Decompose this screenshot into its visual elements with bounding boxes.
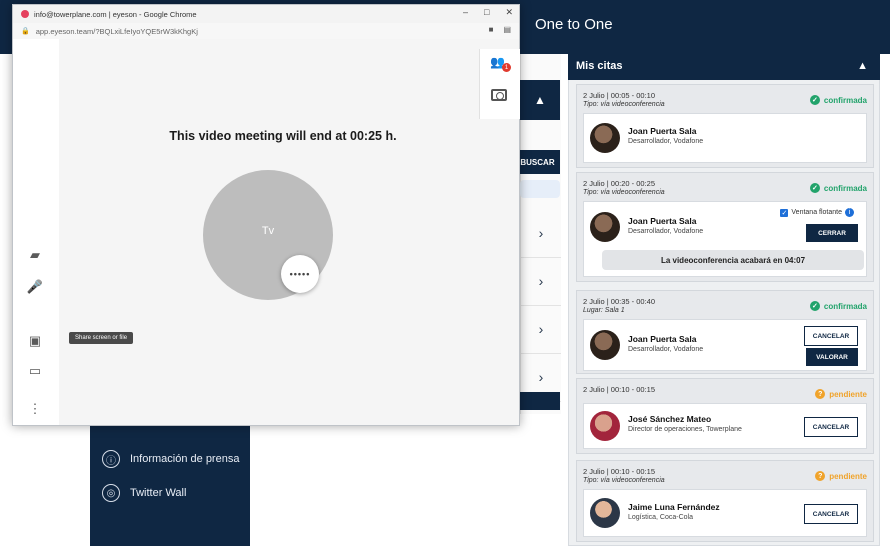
app-title: One to One: [535, 16, 613, 33]
appointment-type: Tipo: vía videoconferencia: [583, 189, 665, 196]
avatar: [590, 498, 620, 528]
floating-window-toggle[interactable]: ✓ Ventana flotante i: [780, 208, 854, 217]
list-row-chevron[interactable]: ›: [521, 305, 561, 354]
check-circle-icon: ✓: [809, 301, 820, 311]
microphone-icon[interactable]: 🎤: [25, 277, 45, 297]
avatar: [590, 411, 620, 441]
search-input[interactable]: [520, 180, 560, 198]
status-badge: ✓ confirmada: [809, 301, 867, 311]
appointment-card: 2 Julio | 00:10 - 00:15 ? pendiente José …: [576, 378, 874, 454]
attendee-card: Joan Puerta Sala Desarrollador, Vodafone…: [583, 319, 867, 371]
attendee-name: Joan Puerta Sala: [628, 334, 697, 344]
sidebar-item-press-info[interactable]: ⓘ Información de prensa: [102, 450, 239, 468]
appointment-type: Tipo: vía videoconferencia: [583, 101, 665, 108]
chevron-up-icon: ▲: [534, 93, 546, 107]
url-text: app.eyeson.team/?BQLxiLfeIyoYQE5rW3kKhgK…: [35, 26, 198, 36]
call-end-notice: La videoconferencia acabará en 04:07: [602, 250, 864, 270]
attendee-role: Desarrollador, Vodafone: [628, 346, 704, 353]
meeting-end-message: This video meeting will end at 00:25 h.: [169, 129, 397, 143]
middle-panel-footer: [520, 392, 560, 410]
status-badge: ? pendiente: [815, 471, 867, 481]
meeting-side-tools: 👥 1: [479, 49, 520, 119]
attendee-role: Desarrollador, Vodafone: [628, 138, 704, 145]
middle-panel-header[interactable]: ▲: [520, 80, 560, 120]
sidebar-item-label: Twitter Wall: [130, 487, 187, 499]
appointment-time: 2 Julio | 00:20 - 00:25: [583, 179, 655, 188]
avatar: [590, 123, 620, 153]
eyeson-favicon-icon: [21, 10, 29, 18]
camera-icon[interactable]: [491, 89, 507, 101]
twitter-circle-icon: ◎: [102, 484, 120, 502]
checkbox-icon[interactable]: ✓: [780, 208, 789, 217]
attendee-name: Joan Puerta Sala: [628, 126, 697, 136]
translate-icon[interactable]: ▤: [503, 25, 511, 34]
video-icon[interactable]: ■: [489, 25, 494, 34]
attendee-card: Joan Puerta Sala Desarrollador, Vodafone: [583, 113, 867, 163]
sidebar-item-twitter-wall[interactable]: ◎ Twitter Wall: [102, 484, 186, 502]
attendee-card: Jaime Luna Fernández Logística, Coca-Col…: [583, 489, 867, 537]
attendee-name: Joan Puerta Sala: [628, 216, 697, 226]
appointment-time: 2 Julio | 00:10 - 00:15: [583, 467, 655, 476]
minimize-button[interactable]: –: [463, 7, 468, 18]
attendee-role: Logística, Coca-Cola: [628, 514, 693, 521]
address-bar-actions: ■ ▤: [489, 25, 511, 34]
sidebar-item-label: Información de prensa: [130, 453, 240, 465]
window-title: info@towerplane.com | eyeson - Google Ch…: [34, 9, 197, 19]
check-circle-icon: ✓: [809, 95, 820, 105]
appointment-card: 2 Julio | 00:10 - 00:15 Tipo: vía videoc…: [576, 460, 874, 542]
floating-window-label: Ventana flotante: [791, 209, 842, 216]
info-icon[interactable]: i: [845, 208, 854, 217]
window-titlebar[interactable]: info@towerplane.com | eyeson - Google Ch…: [13, 5, 519, 23]
attendee-name: José Sánchez Mateo: [628, 414, 712, 424]
share-screen-tooltip: Share screen or file: [69, 332, 134, 344]
question-circle-icon: ?: [815, 389, 826, 399]
close-call-button[interactable]: CERRAR: [806, 224, 858, 242]
list-row-chevron[interactable]: ›: [521, 257, 561, 306]
window-controls: – □ ✕: [463, 7, 513, 18]
avatar: [590, 212, 620, 242]
check-circle-icon: ✓: [809, 183, 820, 193]
appointment-card: 2 Julio | 00:35 - 00:40 Lugar: Sala 1 ✓ c…: [576, 290, 874, 374]
camera-off-icon[interactable]: ▰: [25, 245, 45, 265]
attendee-role: Desarrollador, Vodafone: [628, 228, 704, 235]
presentation-icon[interactable]: ▭: [25, 361, 45, 381]
maximize-button[interactable]: □: [484, 7, 489, 18]
search-button[interactable]: BUSCAR: [515, 150, 560, 174]
meeting-toolbar: ▰ 🎤 ▣ ▭ ⋮: [13, 39, 59, 425]
list-row-chevron[interactable]: ›: [521, 209, 561, 258]
appointments-header[interactable]: Mis citas ▲: [568, 52, 880, 80]
cancel-button[interactable]: CANCELAR: [804, 326, 858, 346]
video-call-window: info@towerplane.com | eyeson - Google Ch…: [12, 4, 520, 426]
appointments-title: Mis citas: [576, 60, 623, 72]
attendee-name: Jaime Luna Fernández: [628, 502, 720, 512]
appointment-time: 2 Julio | 00:35 - 00:40: [583, 297, 655, 306]
status-badge: ✓ confirmada: [809, 183, 867, 193]
cancel-button[interactable]: CANCELAR: [804, 504, 858, 524]
info-circle-icon: ⓘ: [102, 450, 120, 468]
attendee-card: José Sánchez Mateo Director de operacion…: [583, 403, 867, 449]
status-badge: ? pendiente: [815, 389, 867, 399]
appointment-time: 2 Julio | 00:05 - 00:10: [583, 91, 655, 100]
appointment-type: Tipo: vía videoconferencia: [583, 477, 665, 484]
appointment-location: Lugar: Sala 1: [583, 307, 625, 314]
lock-icon: 🔒: [21, 28, 30, 35]
rate-button[interactable]: VALORAR: [806, 348, 858, 366]
cancel-button[interactable]: CANCELAR: [804, 417, 858, 437]
appointment-card: 2 Julio | 00:20 - 00:25 Tipo: vía videoc…: [576, 172, 874, 282]
participants-count-badge: 1: [502, 63, 511, 72]
appointment-card: 2 Julio | 00:05 - 00:10 Tipo: vía videoc…: [576, 84, 874, 168]
attendee-role: Director de operaciones, Towerplane: [628, 426, 742, 433]
question-circle-icon: ?: [815, 471, 826, 481]
more-vertical-icon[interactable]: ⋮: [25, 399, 45, 419]
status-badge: ✓ confirmada: [809, 95, 867, 105]
close-window-button[interactable]: ✕: [505, 7, 513, 18]
avatar: [590, 330, 620, 360]
address-bar[interactable]: 🔒 app.eyeson.team/?BQLxiLfeIyoYQE5rW3kKh…: [13, 23, 519, 40]
attendee-card: Joan Puerta Sala Desarrollador, Vodafone…: [583, 201, 867, 277]
chevron-up-icon[interactable]: ▲: [857, 60, 868, 72]
appointment-time: 2 Julio | 00:10 - 00:15: [583, 385, 655, 394]
more-options-button[interactable]: •••••: [281, 255, 319, 293]
screen-share-icon[interactable]: ▣: [25, 331, 45, 351]
